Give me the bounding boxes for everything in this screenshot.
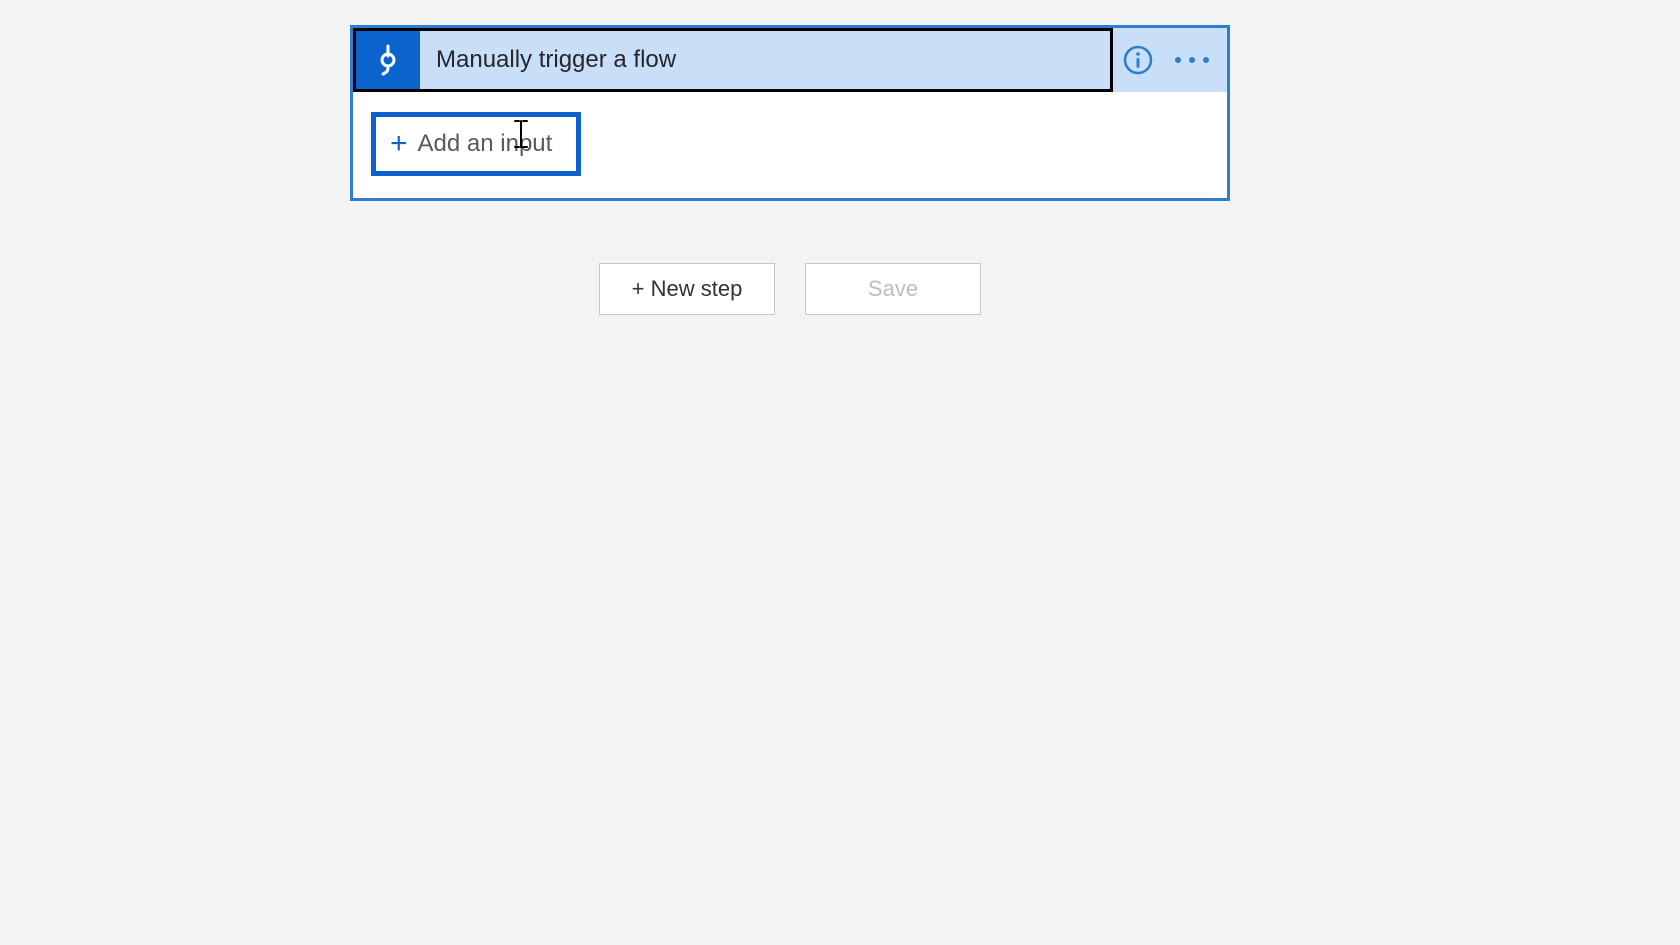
add-input-label: Add an input [418, 130, 553, 158]
info-icon[interactable] [1123, 45, 1153, 75]
save-button: Save [805, 263, 981, 315]
flow-actions: + New step Save [350, 263, 1230, 315]
trigger-header-main[interactable]: Manually trigger a flow [353, 28, 1113, 92]
trigger-header: Manually trigger a flow [353, 28, 1227, 92]
trigger-card: Manually trigger a flow + Add an input [350, 25, 1230, 201]
plus-icon: + [390, 129, 408, 159]
trigger-body: + Add an input [353, 92, 1227, 198]
trigger-title: Manually trigger a flow [420, 46, 676, 74]
manual-trigger-icon [356, 31, 420, 89]
more-menu-icon[interactable] [1175, 57, 1209, 63]
add-input-button[interactable]: + Add an input [371, 112, 581, 176]
new-step-button[interactable]: + New step [599, 263, 775, 315]
trigger-header-actions [1113, 28, 1227, 92]
